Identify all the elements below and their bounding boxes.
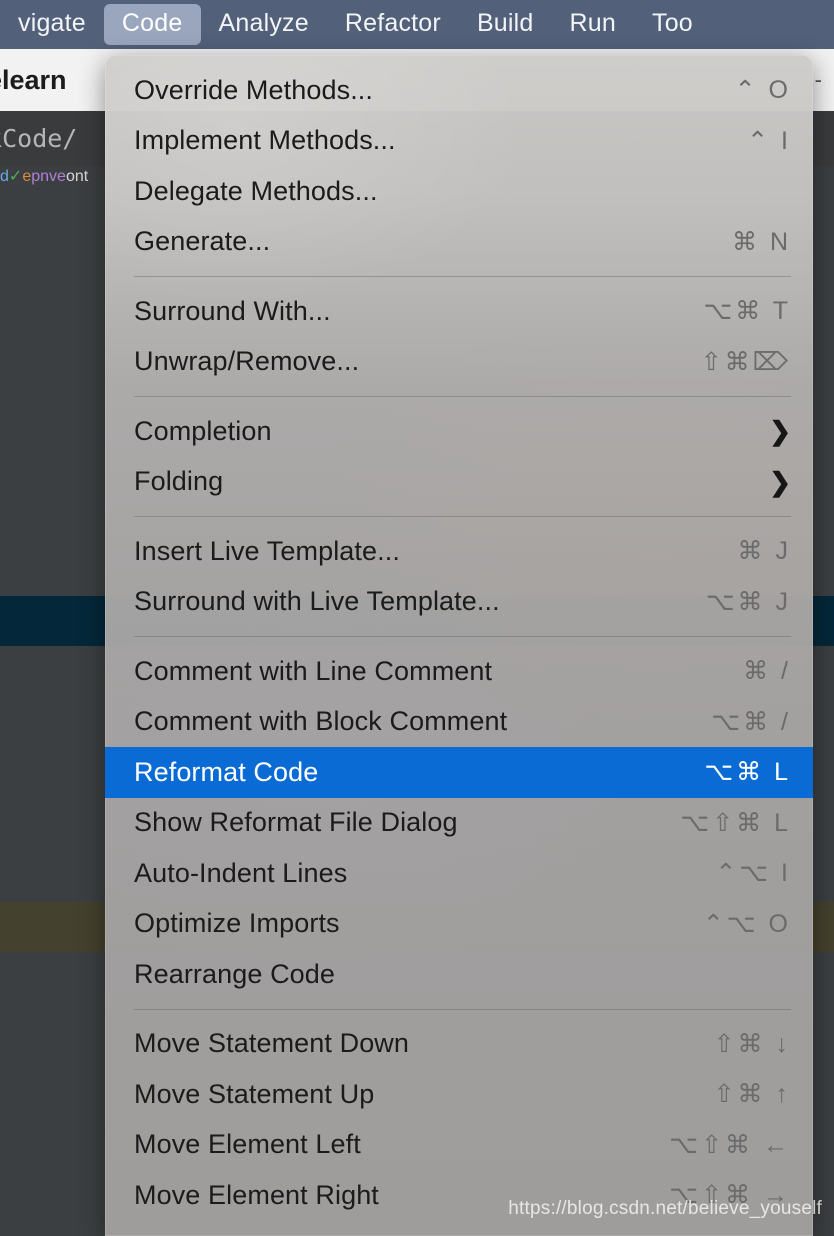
menu-item-override-methods[interactable]: Override Methods... ⌃ O bbox=[105, 65, 813, 116]
menu-item-shortcut: ⌘ / bbox=[743, 657, 791, 686]
menu-item-label: Move Statement Up bbox=[134, 1078, 375, 1109]
code-glyph: v bbox=[49, 168, 58, 185]
menu-item-shortcut: ⇧⌘ ↓ bbox=[713, 1029, 791, 1058]
menu-separator bbox=[134, 1008, 791, 1010]
title-bar-right-control[interactable]: - bbox=[815, 67, 822, 93]
menu-separator bbox=[134, 396, 791, 397]
menu-separator bbox=[134, 636, 791, 637]
menu-item-label: Optimize Imports bbox=[134, 908, 340, 939]
breadcrumb-path: rkCode/ bbox=[0, 124, 78, 153]
menu-item-show-reformat-file-dialog[interactable]: Show Reformat File Dialog ⌥⇧⌘ L bbox=[105, 798, 813, 849]
code-menu-dropdown[interactable]: Override Methods... ⌃ O Implement Methods.… bbox=[105, 55, 813, 1236]
menu-item-shortcut: ⌃ O bbox=[734, 76, 791, 105]
menu-item-implement-methods[interactable]: Implement Methods... ⌃ I bbox=[105, 116, 813, 167]
menu-item-label: Reformat Code bbox=[134, 756, 319, 787]
menu-item-surround-with-live-template[interactable]: Surround with Live Template... ⌥⌘ J bbox=[105, 577, 813, 628]
code-glyph: ✓ bbox=[8, 168, 23, 185]
menubar-item-code[interactable]: Code bbox=[103, 4, 201, 45]
menu-item-comment-with-block-comment[interactable]: Comment with Block Comment ⌥⌘ / bbox=[105, 697, 813, 748]
menu-item-generate[interactable]: Generate... ⌘ N bbox=[105, 217, 813, 268]
menu-item-label: Insert Live Template... bbox=[134, 535, 400, 566]
menu-item-insert-live-template[interactable]: Insert Live Template... ⌘ J bbox=[105, 526, 813, 577]
menu-item-shortcut: ⌥⇧⌘ L bbox=[680, 808, 791, 837]
menu-item-delegate-methods[interactable]: Delegate Methods... bbox=[105, 166, 813, 217]
menu-item-label: Comment with Line Comment bbox=[134, 655, 493, 686]
menu-item-label: Comment with Block Comment bbox=[134, 706, 508, 737]
menu-item-shortcut: ⌥⌘ / bbox=[711, 707, 791, 736]
code-glyph: ont bbox=[65, 168, 89, 185]
menu-item-shortcut: ⌃ I bbox=[747, 126, 791, 155]
menu-item-rearrange-code[interactable]: Rearrange Code bbox=[105, 949, 813, 1000]
menu-item-shortcut: ⌥⌘ J bbox=[705, 587, 791, 616]
menubar-item-run[interactable]: Run bbox=[552, 4, 634, 45]
menubar-item-build[interactable]: Build bbox=[459, 4, 552, 45]
menu-item-folding[interactable]: Folding ❯ bbox=[105, 457, 813, 508]
menu-item-completion[interactable]: Completion ❯ bbox=[105, 406, 813, 457]
menu-item-optimize-imports[interactable]: Optimize Imports ⌃⌥ O bbox=[105, 899, 813, 950]
code-glyph: p bbox=[31, 168, 41, 185]
menu-separator bbox=[134, 516, 791, 517]
application-menu-bar: vigate Code Analyze Refactor Build Run Too bbox=[0, 0, 834, 49]
menu-item-label: Surround With... bbox=[134, 295, 331, 326]
chevron-right-icon: ❯ bbox=[769, 416, 791, 447]
watermark-text: https://blog.csdn.net/believe_youself bbox=[508, 1198, 822, 1219]
menu-item-shortcut: ⌃⌥ I bbox=[715, 859, 791, 888]
code-glyph: e bbox=[22, 168, 32, 185]
menu-item-shortcut: ⌘ N bbox=[732, 227, 791, 256]
menubar-item-analyze[interactable]: Analyze bbox=[201, 4, 327, 45]
menu-item-move-element-left[interactable]: Move Element Left ⌥⇧⌘ ← bbox=[105, 1120, 813, 1171]
menu-item-shortcut: ⌥⌘ T bbox=[703, 297, 791, 326]
menu-item-label: Auto-Indent Lines bbox=[134, 857, 348, 888]
menu-item-label: Delegate Methods... bbox=[134, 175, 378, 206]
menu-item-shortcut: ⌘ J bbox=[737, 537, 791, 566]
menu-item-comment-with-line-comment[interactable]: Comment with Line Comment ⌘ / bbox=[105, 646, 813, 697]
menu-item-label: Completion bbox=[134, 415, 272, 446]
menu-item-shortcut: ⌥⌘ L bbox=[704, 758, 791, 787]
code-glyph: e bbox=[57, 168, 66, 185]
menu-separator bbox=[134, 276, 791, 277]
menubar-item-vigate[interactable]: vigate bbox=[0, 4, 104, 45]
chevron-right-icon: ❯ bbox=[769, 466, 791, 497]
menu-item-label: Unwrap/Remove... bbox=[134, 346, 360, 377]
screenshot-root: vigateCodeAnalyzeRefactorBuildRunToo -el… bbox=[0, 0, 834, 1236]
menu-item-unwrap-remove[interactable]: Unwrap/Remove... ⇧⌘⌦ bbox=[105, 337, 813, 388]
menubar-item-too[interactable]: Too bbox=[634, 4, 711, 45]
menubar-item-refactor[interactable]: Refactor bbox=[327, 4, 459, 45]
menu-item-reformat-code[interactable]: Reformat Code ⌥⌘ L bbox=[105, 747, 813, 798]
menu-item-label: Move Statement Down bbox=[134, 1028, 410, 1059]
code-glyph: n bbox=[40, 168, 50, 185]
menu-item-list: Override Methods... ⌃ O Implement Methods.… bbox=[105, 55, 813, 1221]
menu-item-label: Override Methods... bbox=[134, 74, 373, 105]
menu-item-label: Show Reformat File Dialog bbox=[134, 807, 458, 838]
menu-item-shortcut: ⇧⌘⌦ bbox=[700, 347, 791, 376]
menu-item-shortcut: ⌥⇧⌘ ← bbox=[669, 1130, 791, 1159]
menu-item-label: Surround with Live Template... bbox=[134, 586, 500, 617]
menu-item-auto-indent-lines[interactable]: Auto-Indent Lines ⌃⌥ I bbox=[105, 848, 813, 899]
menu-item-label: Implement Methods... bbox=[134, 125, 396, 156]
menu-item-shortcut: ⌃⌥ O bbox=[702, 909, 791, 938]
menu-item-move-statement-up[interactable]: Move Statement Up ⇧⌘ ↑ bbox=[105, 1069, 813, 1120]
menu-item-label: Generate... bbox=[134, 226, 271, 257]
menu-item-surround-with[interactable]: Surround With... ⌥⌘ T bbox=[105, 286, 813, 337]
menu-item-shortcut: ⇧⌘ ↑ bbox=[713, 1080, 791, 1109]
menu-item-label: Rearrange Code bbox=[134, 958, 336, 989]
project-title: -elearn bbox=[0, 64, 67, 95]
menu-item-label: Folding bbox=[134, 466, 224, 497]
code-glyph: d bbox=[0, 168, 9, 185]
menu-item-move-statement-down[interactable]: Move Statement Down ⇧⌘ ↓ bbox=[105, 1019, 813, 1070]
menu-item-label: Move Element Left bbox=[134, 1129, 361, 1160]
menu-item-label: Move Element Right bbox=[134, 1179, 379, 1210]
